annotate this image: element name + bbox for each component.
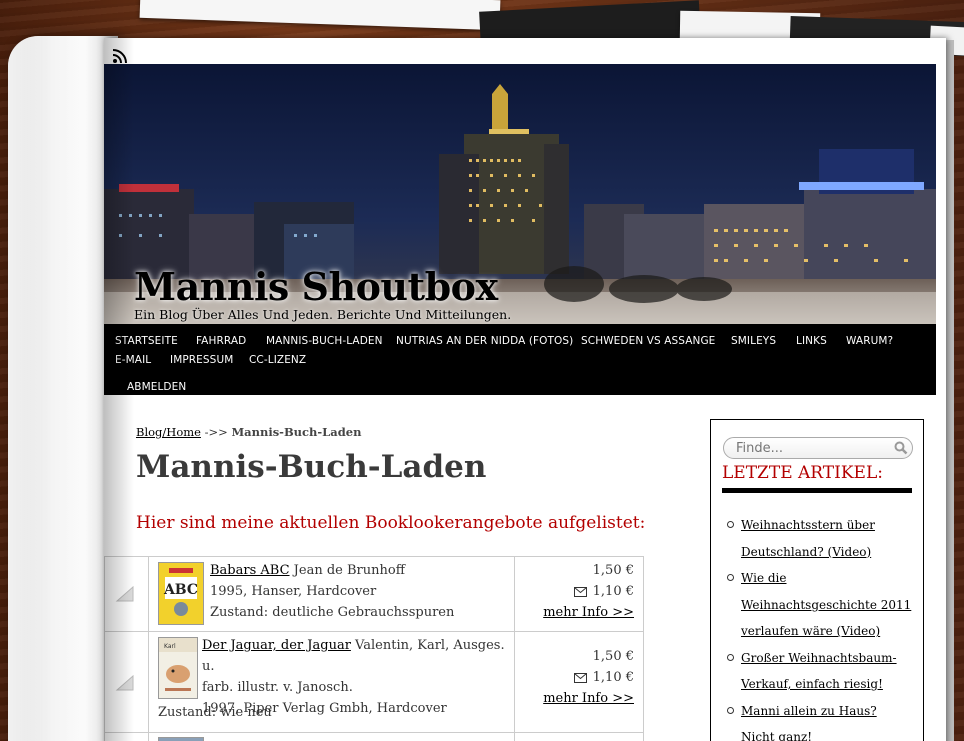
book-title-link[interactable]: Der Jaguar, der Jaguar <box>202 638 351 653</box>
book-cover-image[interactable] <box>158 737 204 741</box>
nav-item-schweden[interactable]: SCHWEDEN VS ASSANGE <box>581 335 715 347</box>
nav-item-impressum[interactable]: IMPRESSUM <box>170 354 233 366</box>
book-details: 1995, Hanser, Hardcover <box>210 584 377 599</box>
book-price-cell: 1,50 € 1,10 € mehr Info >> <box>515 632 644 732</box>
intro-text: Hier sind meine aktuellen Booklookerange… <box>136 513 646 533</box>
breadcrumb-separator: ->> <box>204 425 228 439</box>
search-input[interactable] <box>723 437 913 459</box>
row-marker-cell <box>105 632 149 732</box>
header-banner: Mannis Shoutbox Ein Blog Über Alles Und … <box>104 64 936 324</box>
breadcrumb: Blog/Home ->> Mannis-Buch-Laden <box>136 425 361 439</box>
nav-item-warum[interactable]: WARUM? <box>846 335 893 347</box>
book-description-cell: Karl Der Jaguar, der Jaguar Valentin, Ka… <box>149 632 515 732</box>
rss-feed-icon[interactable] <box>112 48 128 64</box>
nav-item-links[interactable]: LINKS <box>796 335 827 347</box>
main-navigation: STARTSEITE FAHRRAD MANNIS-BUCH-LADEN NUT… <box>104 324 936 395</box>
book-row <box>104 732 644 741</box>
nav-item-startseite[interactable]: STARTSEITE <box>115 335 178 347</box>
book-description-cell <box>149 733 515 741</box>
book-author-continued: farb. illustr. v. Janosch. <box>202 680 353 695</box>
site-tagline: Ein Blog Über Alles Und Jeden. Berichte … <box>134 307 512 322</box>
recent-post-link[interactable]: Wie die Weihnachtsgeschichte 2011 verlau… <box>741 571 911 638</box>
shipping-mail-icon <box>573 672 587 683</box>
svg-text:ABC: ABC <box>163 582 198 598</box>
book-description-cell: ABC Babars ABC Jean de Brunhoff 1995, Ha… <box>149 557 515 631</box>
list-item: Großer Weihnachtsbaum-Verkauf, einfach r… <box>722 645 912 698</box>
more-info-link[interactable]: mehr Info >> <box>543 605 634 620</box>
search-icon[interactable] <box>894 441 908 455</box>
book-price: 1,50 € <box>592 649 634 664</box>
nav-item-abmelden[interactable]: ABMELDEN <box>127 381 186 393</box>
shipping-mail-icon <box>573 586 587 597</box>
list-item: Manni allein zu Haus? Nicht ganz! <box>722 698 912 741</box>
page-corner-icon <box>115 674 134 691</box>
book-price: 1,50 € <box>592 563 634 578</box>
content-area: Blog/Home ->> Mannis-Buch-Laden Mannis-B… <box>104 395 936 741</box>
recent-post-link[interactable]: Manni allein zu Haus? Nicht ganz! <box>741 704 877 741</box>
nav-item-cc-lizenz[interactable]: CC-LIZENZ <box>249 354 306 366</box>
book-shipping: 1,10 € <box>592 584 634 599</box>
book-condition: Zustand: deutliche Gebrauchsspuren <box>210 605 455 620</box>
list-item: Weihnachtsstern über Deutschland? (Video… <box>722 512 912 565</box>
book-condition: Zustand: wie neu <box>158 705 272 720</box>
nav-item-nutrias[interactable]: NUTRIAS AN DER NIDDA (FOTOS) <box>396 335 573 347</box>
nav-item-smileys[interactable]: SMILEYS <box>731 335 776 347</box>
recent-post-link[interactable]: Großer Weihnachtsbaum-Verkauf, einfach r… <box>741 651 897 692</box>
book-row: Karl Der Jaguar, der Jaguar Valentin, Ka… <box>104 631 644 733</box>
recent-posts-list: Weihnachtsstern über Deutschland? (Video… <box>722 512 912 741</box>
row-marker-cell <box>105 557 149 631</box>
nav-item-email[interactable]: E-MAIL <box>115 354 151 366</box>
book-price-cell <box>515 733 644 741</box>
breadcrumb-home-link[interactable]: Blog/Home <box>136 425 201 439</box>
main-page: Mannis Shoutbox Ein Blog Über Alles Und … <box>104 38 946 741</box>
more-info-link[interactable]: mehr Info >> <box>543 691 634 706</box>
book-author: Jean de Brunhoff <box>293 563 405 578</box>
row-marker-cell <box>105 733 149 741</box>
nav-item-fahrrad[interactable]: FAHRRAD <box>196 335 246 347</box>
list-item: Wie die Weihnachtsgeschichte 2011 verlau… <box>722 565 912 645</box>
svg-text:Karl: Karl <box>164 643 176 650</box>
site-title[interactable]: Mannis Shoutbox <box>134 264 498 309</box>
nav-item-mannis-buch-laden[interactable]: MANNIS-BUCH-LADEN <box>266 335 383 347</box>
page-title: Mannis-Buch-Laden <box>136 449 487 485</box>
recent-posts-title: LETZTE ARTIKEL: <box>722 463 883 483</box>
sidebar: LETZTE ARTIKEL: Weihnachtsstern über Deu… <box>710 419 924 741</box>
page-corner-icon <box>115 585 134 602</box>
book-row: ABC Babars ABC Jean de Brunhoff 1995, Ha… <box>104 556 644 632</box>
book-cover-image[interactable]: Karl <box>158 637 198 699</box>
book-shipping: 1,10 € <box>592 670 634 685</box>
recent-post-link[interactable]: Weihnachtsstern über Deutschland? (Video… <box>741 518 875 559</box>
widget-divider <box>722 488 912 493</box>
curled-left-page <box>8 36 118 741</box>
book-cover-image[interactable]: ABC <box>158 562 204 625</box>
book-title-link[interactable]: Babars ABC <box>210 563 290 578</box>
breadcrumb-current: Mannis-Buch-Laden <box>231 425 362 439</box>
book-price-cell: 1,50 € 1,10 € mehr Info >> <box>515 557 644 631</box>
